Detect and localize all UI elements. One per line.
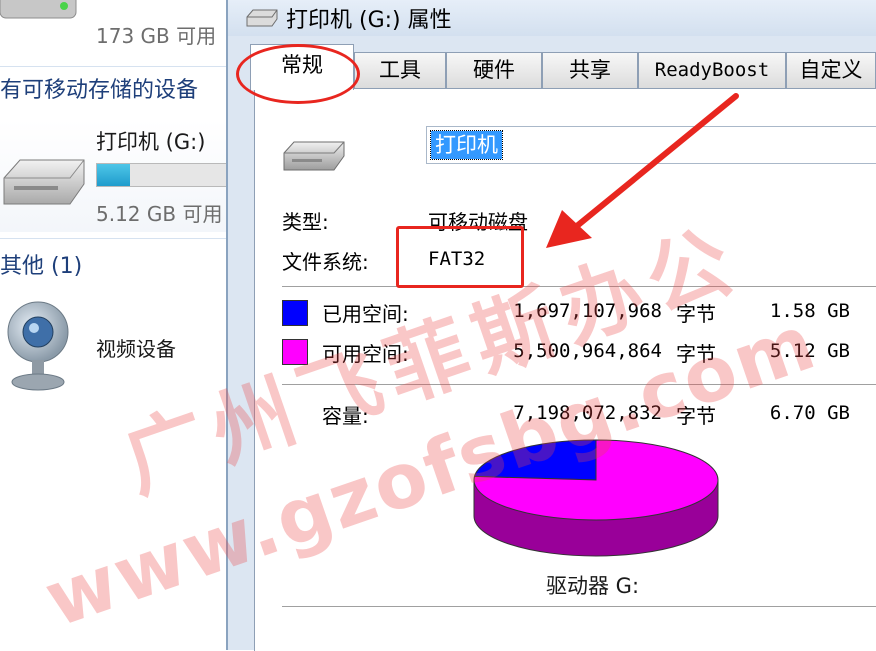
removable-drive-icon bbox=[3, 159, 85, 205]
removable-drive-icon bbox=[246, 9, 278, 27]
drive-name-input[interactable]: 打印机 bbox=[426, 126, 876, 164]
file-system-label: 文件系统: bbox=[282, 250, 369, 274]
tab-general[interactable]: 常规 bbox=[250, 44, 354, 90]
separator bbox=[282, 606, 876, 607]
removable-drive-icon bbox=[283, 141, 345, 171]
general-tab-panel bbox=[254, 88, 876, 651]
free-space-swatch bbox=[282, 339, 308, 365]
capacity-label: 容量: bbox=[322, 404, 369, 428]
used-space-bytes: 1,697,107,968 bbox=[513, 300, 662, 322]
type-label: 类型: bbox=[282, 210, 329, 234]
title-bar[interactable]: 打印机 (G:) 属性 bbox=[228, 0, 876, 36]
tab-customize[interactable]: 自定义 bbox=[786, 52, 876, 88]
capacity-unit: 字节 bbox=[676, 404, 716, 428]
group-divider bbox=[0, 238, 226, 239]
webcam-icon bbox=[7, 301, 69, 391]
free-space-label: 可用空间: bbox=[322, 342, 409, 366]
explorer-pane: 173 GB 可用 有可移动存储的设备 打印机 (G:) 5.12 GB 可用 … bbox=[0, 0, 226, 650]
capacity-bytes: 7,198,072,832 bbox=[513, 402, 662, 424]
used-space-gb: 1.58 GB bbox=[769, 300, 850, 322]
disk-usage-pie-chart bbox=[473, 439, 719, 557]
used-space-swatch bbox=[282, 300, 308, 326]
drive-letter-label: 驱动器 G: bbox=[546, 574, 640, 598]
tab-readyboost[interactable]: ReadyBoost bbox=[638, 52, 786, 88]
free-space-gb: 5.12 GB bbox=[769, 340, 850, 362]
tab-sharing[interactable]: 共享 bbox=[542, 52, 638, 88]
drive-usage-bar bbox=[96, 163, 226, 187]
tab-tools[interactable]: 工具 bbox=[354, 52, 446, 88]
drive-usage-bar-fill bbox=[97, 164, 131, 186]
group-header-other[interactable]: 其他 (1) bbox=[0, 248, 82, 280]
drive-name: 打印机 (G:) bbox=[96, 130, 206, 154]
tab-hardware[interactable]: 硬件 bbox=[446, 52, 542, 88]
free-space-unit: 字节 bbox=[676, 342, 716, 366]
free-space-bytes: 5,500,964,864 bbox=[513, 340, 662, 362]
group-divider bbox=[0, 66, 226, 67]
used-space-label: 已用空间: bbox=[322, 302, 409, 326]
used-space-unit: 字节 bbox=[676, 302, 716, 326]
file-system-value: FAT32 bbox=[428, 248, 486, 270]
drive-free-space: 5.12 GB 可用 bbox=[96, 202, 223, 226]
pie-chart-top bbox=[473, 439, 719, 521]
separator bbox=[282, 384, 876, 385]
pie-slice-used bbox=[473, 439, 597, 481]
separator bbox=[282, 286, 876, 287]
dialog-title: 打印机 (G:) 属性 bbox=[286, 8, 452, 33]
group-header-removable[interactable]: 有可移动存储的设备 bbox=[0, 72, 198, 104]
type-value: 可移动磁盘 bbox=[428, 210, 528, 234]
drive-name-selected-text: 打印机 bbox=[430, 130, 503, 160]
hard-drive-icon bbox=[0, 0, 77, 19]
capacity-gb: 6.70 GB bbox=[769, 402, 850, 424]
drive-free-space-top: 173 GB 可用 bbox=[96, 24, 217, 48]
webcam-label[interactable]: 视频设备 bbox=[96, 333, 176, 362]
